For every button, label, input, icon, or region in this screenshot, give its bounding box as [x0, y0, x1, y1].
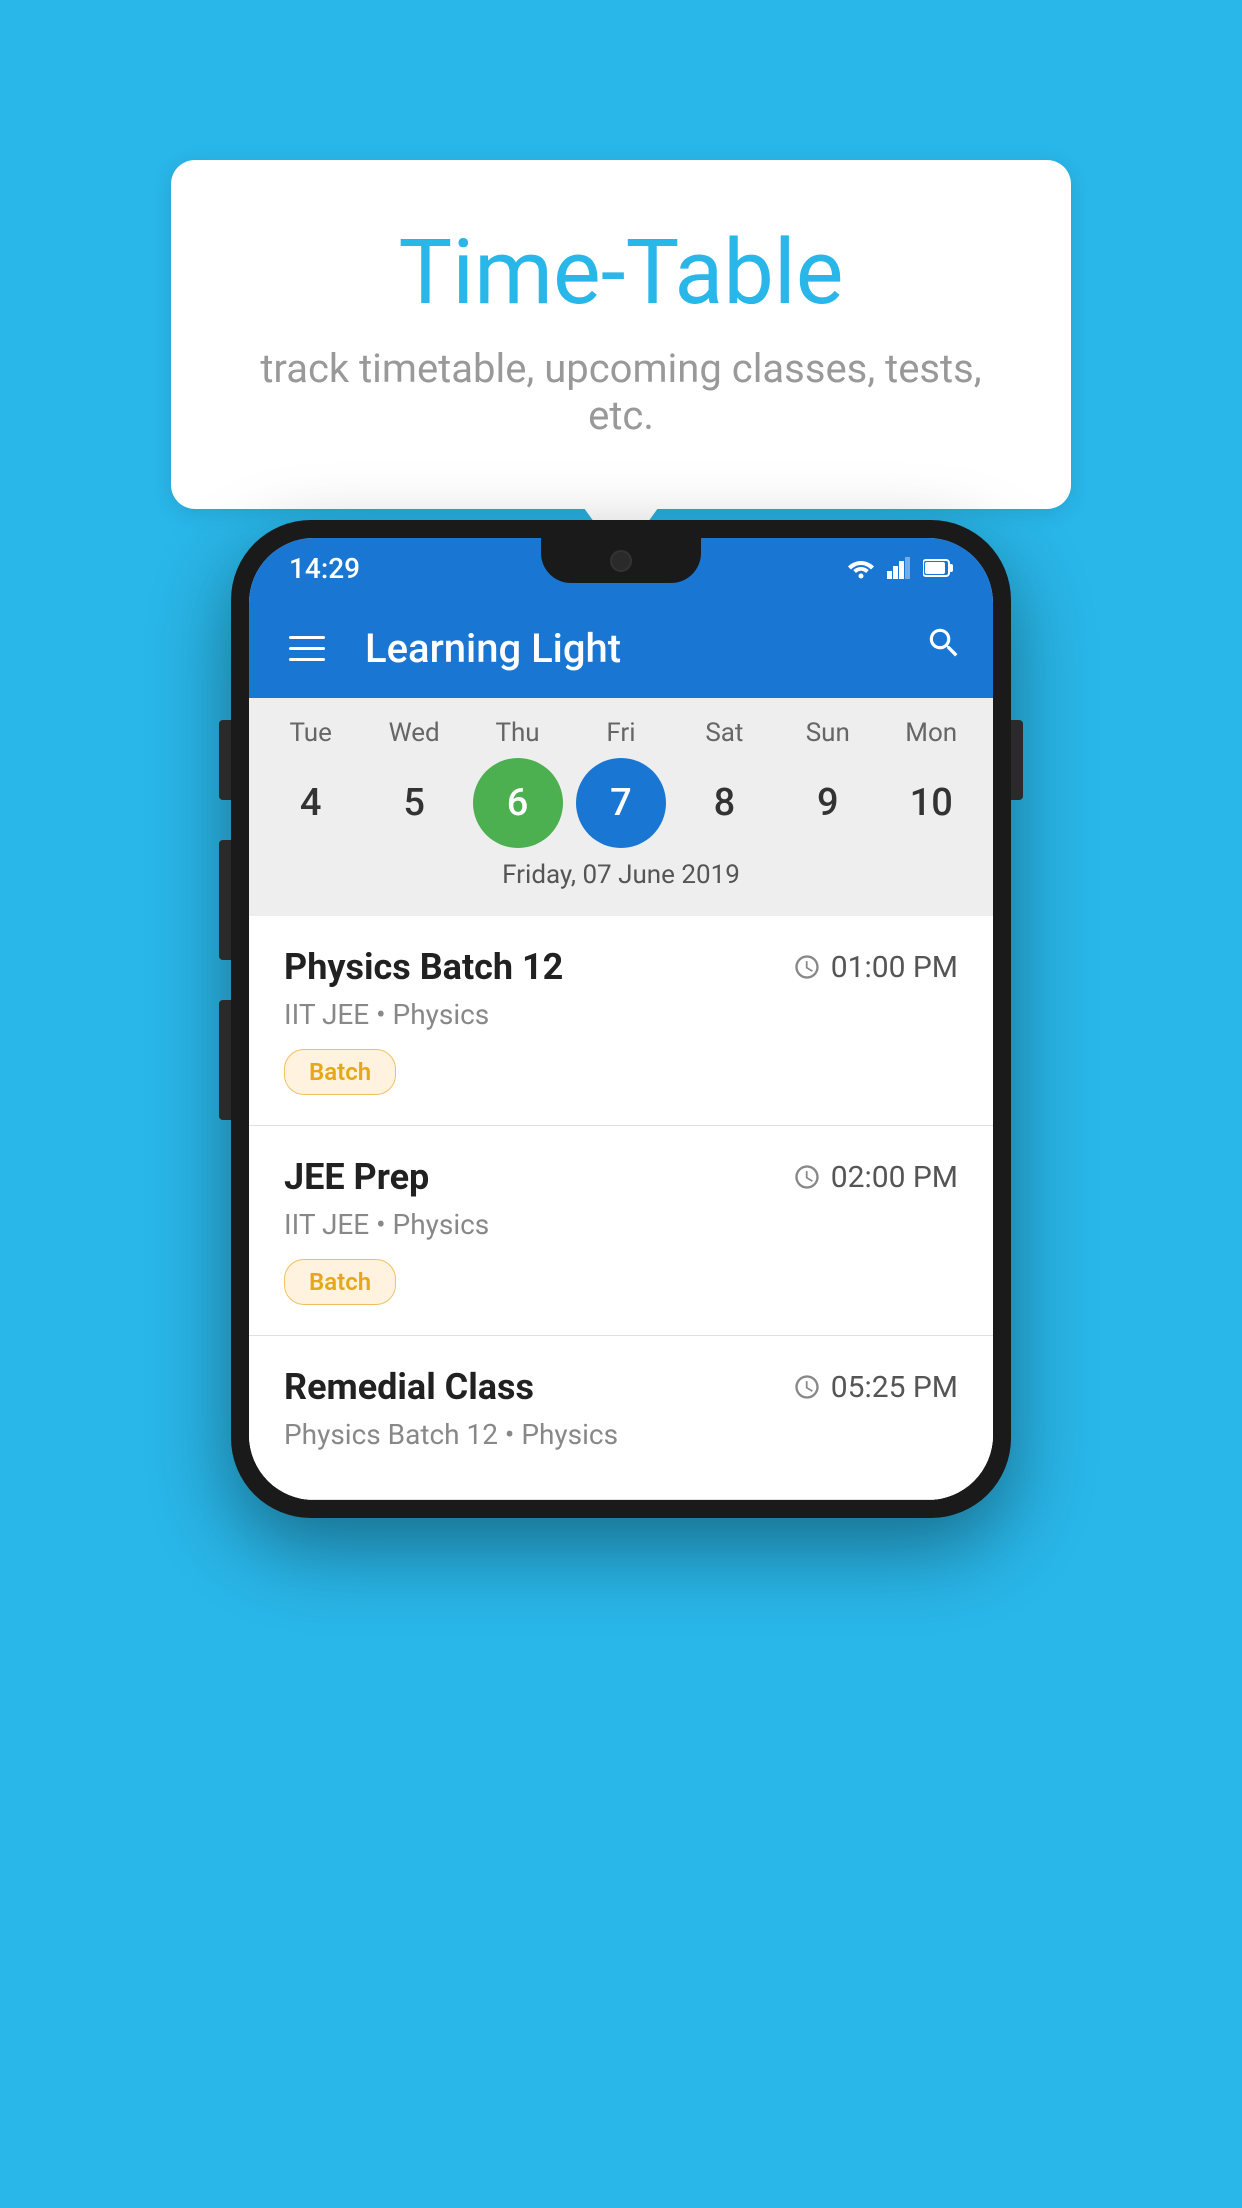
- wifi-icon: [847, 557, 875, 579]
- selected-date-label: Friday, 07 June 2019: [249, 848, 993, 906]
- schedule-item-2-name: JEE Prep: [284, 1156, 429, 1198]
- day-header-mon: Mon: [886, 718, 976, 748]
- day-header-sat: Sat: [679, 718, 769, 748]
- schedule-item-2-header: JEE Prep 02:00 PM: [284, 1156, 958, 1198]
- clock-icon-1: [793, 953, 821, 981]
- day-8[interactable]: 8: [679, 758, 769, 848]
- phone-screen: 14:29: [249, 538, 993, 1500]
- calendar-strip: Tue Wed Thu Fri Sat Sun Mon 4 5 6 7 8 9 …: [249, 698, 993, 916]
- schedule-item-3-name: Remedial Class: [284, 1366, 534, 1408]
- day-4[interactable]: 4: [266, 758, 356, 848]
- schedule-item-3-header: Remedial Class 05:25 PM: [284, 1366, 958, 1408]
- day-header-sun: Sun: [783, 718, 873, 748]
- tooltip-card: Time-Table track timetable, upcoming cla…: [171, 160, 1071, 509]
- power-button: [1011, 720, 1023, 800]
- front-camera: [610, 550, 632, 572]
- volume-down-button: [219, 840, 231, 960]
- app-title: Learning Light: [365, 625, 895, 672]
- phone-outer: 14:29: [231, 520, 1011, 1518]
- card-subtitle: track timetable, upcoming classes, tests…: [231, 345, 1011, 439]
- schedule-item-2-badge: Batch: [284, 1259, 396, 1305]
- day-6-today[interactable]: 6: [473, 758, 563, 848]
- schedule-item-2-time-text: 02:00 PM: [831, 1160, 958, 1195]
- schedule-item-1-header: Physics Batch 12 01:00 PM: [284, 946, 958, 988]
- day-header-tue: Tue: [266, 718, 356, 748]
- day-7-selected[interactable]: 7: [576, 758, 666, 848]
- schedule-item-1-sub: IIT JEE • Physics: [284, 998, 958, 1031]
- day-9[interactable]: 9: [783, 758, 873, 848]
- day-header-wed: Wed: [369, 718, 459, 748]
- day-numbers: 4 5 6 7 8 9 10: [249, 758, 993, 848]
- menu-button[interactable]: [279, 626, 335, 671]
- status-time: 14:29: [289, 552, 360, 585]
- day-header-thu: Thu: [473, 718, 563, 748]
- phone-notch: [541, 538, 701, 583]
- day-header-fri: Fri: [576, 718, 666, 748]
- phone-mockup: 14:29: [231, 520, 1011, 1518]
- schedule-item-2-sub: IIT JEE • Physics: [284, 1208, 958, 1241]
- clock-icon-3: [793, 1373, 821, 1401]
- app-bar: Learning Light: [249, 598, 993, 698]
- search-button[interactable]: [925, 624, 963, 672]
- schedule-item-1-name: Physics Batch 12: [284, 946, 563, 988]
- schedule-item-2[interactable]: JEE Prep 02:00 PM IIT JEE • Physics Batc…: [249, 1126, 993, 1336]
- status-icons: [847, 557, 953, 579]
- schedule-item-1-time: 01:00 PM: [793, 950, 958, 985]
- battery-icon: [923, 557, 953, 579]
- schedule-item-3[interactable]: Remedial Class 05:25 PM Physics Batch 12…: [249, 1336, 993, 1500]
- schedule-item-3-time: 05:25 PM: [793, 1370, 958, 1405]
- day-10[interactable]: 10: [886, 758, 976, 848]
- schedule-item-1-time-text: 01:00 PM: [831, 950, 958, 985]
- day-5[interactable]: 5: [369, 758, 459, 848]
- clock-icon-2: [793, 1163, 821, 1191]
- schedule-item-1-badge: Batch: [284, 1049, 396, 1095]
- schedule-list: Physics Batch 12 01:00 PM IIT JEE • Phys…: [249, 916, 993, 1500]
- day-headers: Tue Wed Thu Fri Sat Sun Mon: [249, 718, 993, 748]
- schedule-item-3-sub: Physics Batch 12 • Physics: [284, 1418, 958, 1451]
- camera-button: [219, 1000, 231, 1120]
- signal-icon: [887, 557, 911, 579]
- schedule-item-1[interactable]: Physics Batch 12 01:00 PM IIT JEE • Phys…: [249, 916, 993, 1126]
- schedule-item-3-time-text: 05:25 PM: [831, 1370, 958, 1405]
- card-title: Time-Table: [231, 220, 1011, 325]
- volume-up-button: [219, 720, 231, 800]
- schedule-item-2-time: 02:00 PM: [793, 1160, 958, 1195]
